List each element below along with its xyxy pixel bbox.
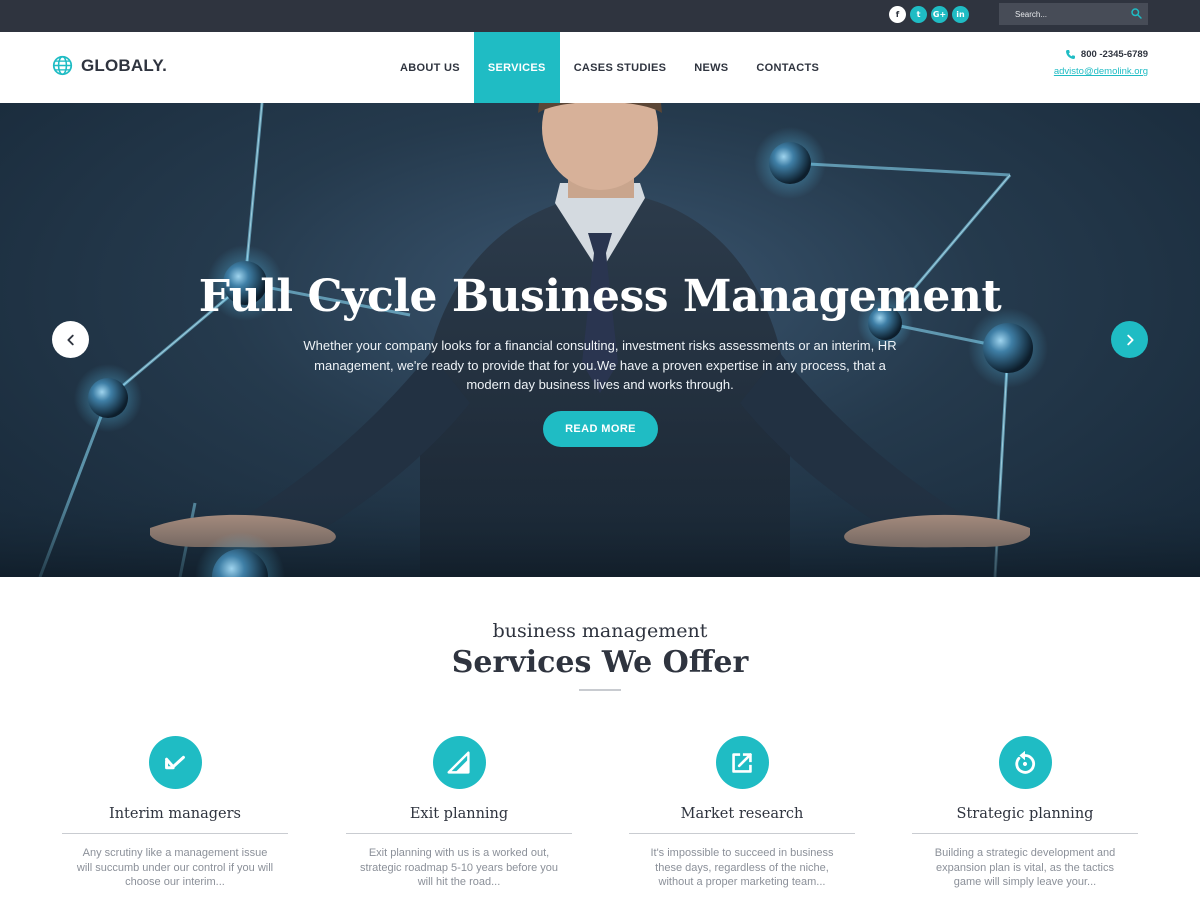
- main-nav: ABOUT US SERVICES CASES STUDIES NEWS CON…: [386, 32, 833, 103]
- signal-triangle-icon: [447, 750, 470, 774]
- service-card-interim-managers: Interim managers Any scrutiny like a man…: [62, 736, 288, 890]
- service-divider: [629, 833, 855, 834]
- read-more-button[interactable]: READ MORE: [543, 411, 658, 447]
- service-title[interactable]: Interim managers: [62, 806, 288, 822]
- search-box: [999, 3, 1148, 25]
- service-divider: [912, 833, 1138, 834]
- top-bar: f t G+ in: [0, 0, 1200, 32]
- phone-line: 800 -2345-6789: [1054, 49, 1148, 60]
- hero-description: Whether your company looks for a financi…: [303, 338, 897, 392]
- slider-next-button[interactable]: [1111, 321, 1148, 358]
- refresh-icon: [1015, 750, 1036, 774]
- linkedin-icon[interactable]: in: [952, 6, 969, 23]
- chevron-left-icon: [66, 334, 74, 345]
- site-header: GLOBALY. ABOUT US SERVICES CASES STUDIES…: [0, 32, 1200, 103]
- google-plus-icon[interactable]: G+: [931, 6, 948, 23]
- service-card-exit-planning: Exit planning Exit planning with us is a…: [346, 736, 572, 890]
- service-description: Any scrutiny like a management issue wil…: [76, 847, 274, 888]
- twitter-icon[interactable]: t: [910, 6, 927, 23]
- logo[interactable]: GLOBALY.: [52, 55, 167, 76]
- service-title[interactable]: Market research: [629, 806, 855, 822]
- logo-text: GLOBALY.: [81, 55, 167, 75]
- service-description: It's impossible to succeed in business t…: [650, 847, 834, 888]
- service-title[interactable]: Strategic planning: [912, 806, 1138, 822]
- services-subtitle: business management: [492, 620, 708, 642]
- service-icon-button[interactable]: [998, 736, 1052, 789]
- nav-contacts[interactable]: CONTACTS: [742, 32, 833, 103]
- nav-about-us[interactable]: ABOUT US: [386, 32, 474, 103]
- email-link[interactable]: advisto@demolink.org: [1054, 66, 1148, 77]
- check-arrow-icon: [165, 755, 185, 769]
- search-input[interactable]: [999, 3, 1129, 25]
- service-description: Building a strategic development and exp…: [934, 847, 1116, 888]
- external-link-icon: [732, 752, 752, 773]
- service-divider: [346, 833, 572, 834]
- services-title: Services We Offer: [451, 645, 749, 680]
- hero-title: Full Cycle Business Management: [198, 271, 1002, 322]
- chevron-right-icon: [1126, 334, 1134, 345]
- globe-icon: [52, 55, 73, 76]
- service-icon-button[interactable]: [432, 736, 486, 789]
- service-title[interactable]: Exit planning: [346, 806, 572, 822]
- nav-news[interactable]: NEWS: [680, 32, 742, 103]
- title-divider: [579, 689, 621, 691]
- search-icon[interactable]: [1130, 7, 1143, 20]
- service-icon-button[interactable]: [715, 736, 769, 789]
- nav-cases-studies[interactable]: CASES STUDIES: [560, 32, 681, 103]
- phone-icon: [1065, 50, 1075, 59]
- contact-info: 800 -2345-6789 advisto@demolink.org: [1054, 49, 1148, 77]
- facebook-icon[interactable]: f: [889, 6, 906, 23]
- service-icon-button[interactable]: [148, 736, 202, 789]
- service-description: Exit planning with us is a worked out, s…: [359, 847, 559, 888]
- social-links: f t G+ in: [889, 6, 969, 23]
- nav-services[interactable]: SERVICES: [473, 32, 560, 103]
- service-divider: [62, 833, 288, 834]
- service-card-market-research: Market research It's impossible to succe…: [629, 736, 855, 890]
- slider-prev-button[interactable]: [52, 321, 89, 358]
- hero-slider: Full Cycle Business Management Whether y…: [0, 103, 1200, 577]
- phone-number: 800 -2345-6789: [1080, 49, 1148, 60]
- service-card-strategic-planning: Strategic planning Building a strategic …: [912, 736, 1138, 890]
